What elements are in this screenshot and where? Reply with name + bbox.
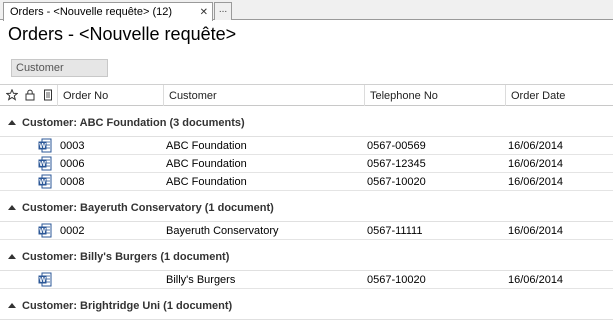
group-label: Customer: Brightridge Uni (1 document) [22,300,233,312]
cell-telephone: 0567-10020 [367,176,426,188]
expand-collapse-icon[interactable] [8,254,16,259]
column-header: Order No Customer Telephone No Order Dat… [0,84,613,106]
cell-order-date: 16/06/2014 [508,274,564,286]
column-header-order-date[interactable]: Order Date [505,85,613,106]
table-row[interactable]: W 0002 Bayeruth Conservatory 0567-11111 … [0,222,613,240]
table-row[interactable]: W 0003 ABC Foundation 0567-00569 16/06/2… [0,137,613,155]
svg-text:W: W [39,143,46,150]
cell-order-date: 16/06/2014 [508,140,564,152]
tab-strip: Orders - <Nouvelle requête> (12) ✕ ... [0,0,613,21]
table-row[interactable]: W 0008 ABC Foundation 0567-10020 16/06/2… [0,173,613,191]
tab-more-label: ... [218,4,228,15]
table-row[interactable]: W Billy's Burgers 0567-10020 16/06/2014 [0,271,613,289]
svg-text:W: W [39,161,46,168]
column-header-label: Telephone No [370,89,438,102]
orders-grid: Customer: ABC Foundation (3 documents) W… [0,106,613,320]
word-document-icon: W [38,174,52,189]
cell-telephone: 0567-11111 [367,225,423,237]
cell-telephone: 0567-12345 [367,158,426,170]
cell-order-no: 0003 [60,140,85,152]
document-icon[interactable] [42,89,54,101]
cell-customer: ABC Foundation [166,158,247,170]
column-header-label: Order No [63,89,109,102]
column-header-label: Customer [169,89,217,102]
column-header-telephone[interactable]: Telephone No [364,85,505,106]
tab-label: Orders - <Nouvelle requête> (12) [10,6,173,18]
cell-telephone: 0567-10020 [367,274,426,286]
group-by-customer-chip[interactable]: Customer [11,59,108,77]
cell-order-no: 0008 [60,176,85,188]
group-row[interactable]: Customer: ABC Foundation (3 documents) [0,106,613,137]
tab-orders-query[interactable]: Orders - <Nouvelle requête> (12) ✕ [3,2,213,21]
group-row[interactable]: Customer: Brightridge Uni (1 document) [0,289,613,320]
star-icon[interactable] [6,89,18,101]
expand-collapse-icon[interactable] [8,120,16,125]
cell-order-date: 16/06/2014 [508,158,564,170]
cell-order-no: 0002 [60,225,85,237]
group-row[interactable]: Customer: Billy's Burgers (1 document) [0,240,613,271]
word-document-icon: W [38,272,52,287]
group-row[interactable]: Customer: Bayeruth Conservatory (1 docum… [0,191,613,222]
close-icon[interactable]: ✕ [200,7,208,18]
lock-icon[interactable] [24,89,36,101]
word-document-icon: W [38,138,52,153]
word-document-icon: W [38,156,52,171]
column-header-order-no[interactable]: Order No [57,85,163,106]
group-label: Customer: ABC Foundation (3 documents) [22,117,245,129]
svg-text:W: W [39,228,46,235]
cell-order-date: 16/06/2014 [508,225,564,237]
page-title: Orders - <Nouvelle requête> [8,24,237,44]
svg-text:W: W [39,277,46,284]
svg-text:W: W [39,179,46,186]
word-document-icon: W [38,223,52,238]
tab-more-button[interactable]: ... [214,2,232,20]
cell-customer: ABC Foundation [166,140,247,152]
cell-order-date: 16/06/2014 [508,176,564,188]
group-label: Customer: Billy's Burgers (1 document) [22,251,230,263]
column-header-customer[interactable]: Customer [163,85,364,106]
group-label: Customer: Bayeruth Conservatory (1 docum… [22,202,274,214]
cell-telephone: 0567-00569 [367,140,426,152]
cell-customer: Billy's Burgers [166,274,236,286]
expand-collapse-icon[interactable] [8,205,16,210]
table-row[interactable]: W 0006 ABC Foundation 0567-12345 16/06/2… [0,155,613,173]
column-header-label: Order Date [511,89,566,102]
cell-customer: ABC Foundation [166,176,247,188]
expand-collapse-icon[interactable] [8,303,16,308]
cell-customer: Bayeruth Conservatory [166,225,279,237]
cell-order-no: 0006 [60,158,85,170]
